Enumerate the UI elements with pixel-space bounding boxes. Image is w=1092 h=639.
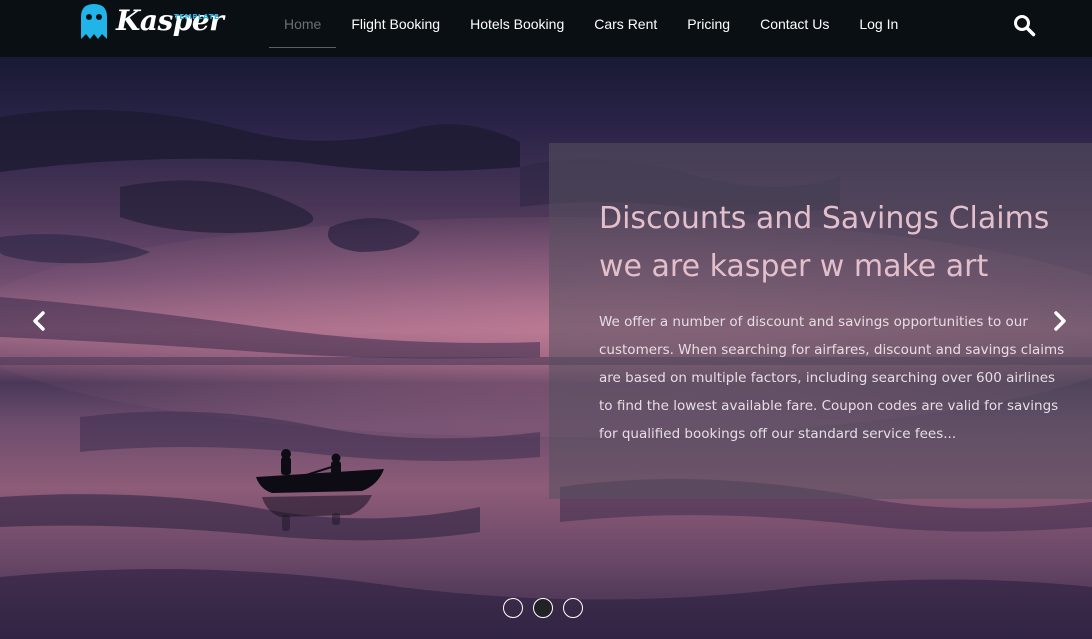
nav-item-contact-us[interactable]: Contact Us <box>745 0 844 48</box>
ghost-icon <box>81 4 107 39</box>
nav-item-cars-rent[interactable]: Cars Rent <box>579 0 672 48</box>
slide-title-line-1: Discounts and Savings Claims <box>599 201 1050 236</box>
slide-title: Discounts and Savings Claims we are kasp… <box>599 195 1079 291</box>
carousel-indicator-2[interactable] <box>533 598 553 618</box>
nav-item-flight-booking[interactable]: Flight Booking <box>336 0 455 48</box>
slide-caption: Discounts and Savings Claims we are kasp… <box>549 143 1092 499</box>
carousel-indicators <box>503 598 583 618</box>
nav-item-pricing[interactable]: Pricing <box>672 0 745 48</box>
nav-item-home[interactable]: Home <box>269 0 337 48</box>
nav-item-log-in[interactable]: Log In <box>844 0 913 48</box>
search-icon[interactable] <box>1012 13 1036 37</box>
chevron-right-icon[interactable] <box>1048 309 1072 333</box>
carousel-indicator-3[interactable] <box>563 598 583 618</box>
logo-tagline: TEMPLATE <box>174 13 220 21</box>
hero-slider: Discounts and Savings Claims we are kasp… <box>0 57 1092 639</box>
navbar: Kasper TEMPLATE Home Flight Booking Hote… <box>0 0 1092 57</box>
chevron-left-icon[interactable] <box>27 309 51 333</box>
carousel-indicator-1[interactable] <box>503 598 523 618</box>
main-nav: Home Flight Booking Hotels Booking Cars … <box>269 0 913 48</box>
logo[interactable]: Kasper TEMPLATE <box>78 2 224 46</box>
slide-title-line-2: we are kasper w make art <box>599 249 989 284</box>
slide-description: We offer a number of discount and saving… <box>599 314 1065 442</box>
nav-item-hotels-booking[interactable]: Hotels Booking <box>455 0 579 48</box>
